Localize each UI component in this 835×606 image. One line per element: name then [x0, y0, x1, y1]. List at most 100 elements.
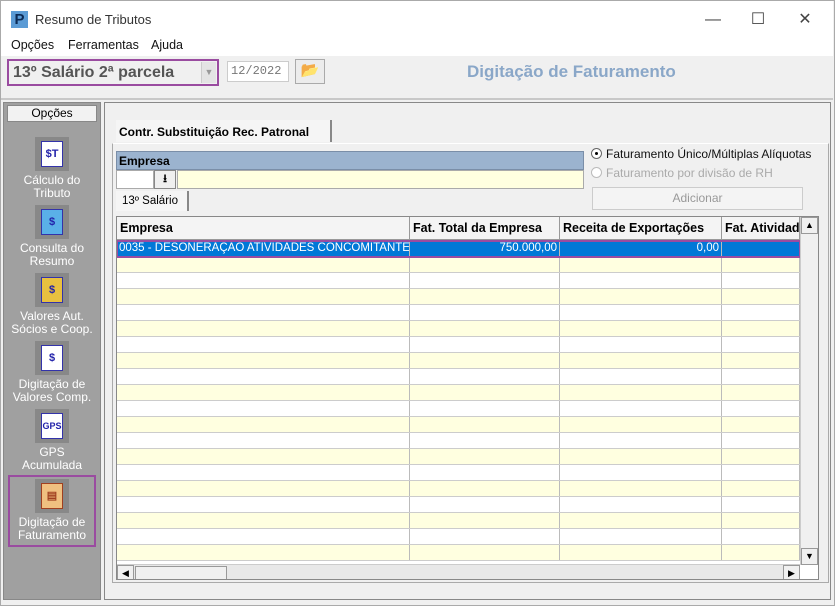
grid-cell: [722, 449, 800, 464]
sidebar-item-calculo-tributo[interactable]: $T Cálculo do Tributo: [8, 137, 96, 200]
scroll-up-icon[interactable]: ▲: [801, 217, 818, 234]
radio-label: Faturamento por divisão de RH: [606, 166, 773, 180]
column-header-fat-total[interactable]: Fat. Total da Empresa: [410, 217, 560, 240]
grid-cell: [117, 385, 410, 400]
table-row[interactable]: [117, 449, 800, 465]
sidebar-item-valores-comp[interactable]: $ Digitação de Valores Comp.: [8, 341, 96, 404]
cell-fat-total: 750.000,00: [410, 241, 560, 256]
page-title: Digitação de Faturamento: [467, 62, 676, 81]
tab-13-salario[interactable]: 13º Salário: [116, 191, 189, 211]
grid-cell: [560, 385, 722, 400]
scroll-left-icon[interactable]: ◀: [117, 565, 134, 579]
column-header-receita-exportacoes[interactable]: Receita de Exportações: [560, 217, 722, 240]
close-button[interactable]: ✕: [785, 7, 825, 33]
title-bar: P Resumo de Tributos — ☐ ✕: [1, 1, 833, 35]
grid-cell: [722, 385, 800, 400]
grid-cell: [722, 529, 800, 544]
scroll-down-icon[interactable]: ▼: [801, 548, 818, 565]
grid-cell: [410, 353, 560, 368]
grid-cell: [560, 433, 722, 448]
open-folder-button[interactable]: 📂: [295, 59, 325, 84]
grid-cell: [117, 417, 410, 432]
table-row[interactable]: [117, 497, 800, 513]
radio-faturamento-unico[interactable]: Faturamento Único/Múltiplas Alíquotas: [591, 147, 811, 161]
table-row[interactable]: [117, 273, 800, 289]
sidebar-item-gps-acumulada[interactable]: GPS GPS Acumulada: [8, 409, 96, 472]
grid-cell: [722, 273, 800, 288]
sidebar-item-digitacao-faturamento[interactable]: ▤ Digitação de Faturamento: [8, 475, 96, 547]
table-row[interactable]: [117, 337, 800, 353]
sidebar-item-label: Faturamento: [17, 528, 87, 542]
grid-cell: [117, 529, 410, 544]
grid-cell: [117, 497, 410, 512]
column-header-empresa[interactable]: Empresa: [117, 217, 410, 240]
gps-document-icon: GPS: [35, 409, 69, 443]
grid-cell: [722, 481, 800, 496]
grid-cell: [560, 273, 722, 288]
grid-cell: [560, 497, 722, 512]
table-row[interactable]: [117, 353, 800, 369]
empresa-label: Empresa: [116, 151, 584, 170]
empresa-lookup-button[interactable]: ⭳: [154, 170, 176, 189]
scroll-thumb[interactable]: [135, 566, 227, 579]
grid-cell: [560, 529, 722, 544]
menu-opcoes[interactable]: Opções: [11, 38, 54, 52]
table-row[interactable]: [117, 289, 800, 305]
menu-ajuda[interactable]: Ajuda: [151, 38, 183, 52]
sidebar-header[interactable]: Opções: [7, 105, 97, 122]
grid-cell: [722, 401, 800, 416]
grid-cell: [722, 321, 800, 336]
maximize-button[interactable]: ☐: [738, 7, 778, 33]
grid-cell: [410, 305, 560, 320]
vertical-scrollbar[interactable]: ▲ ▼: [800, 217, 818, 565]
empresa-code-input[interactable]: [116, 170, 154, 189]
horizontal-scrollbar[interactable]: ◀ ▶: [117, 564, 800, 579]
grid-cell: [117, 465, 410, 480]
calculator-document-icon: $T: [35, 137, 69, 171]
grid-cell: [410, 529, 560, 544]
table-row[interactable]: [117, 321, 800, 337]
grid-cell: [722, 545, 800, 560]
grid-cell: [560, 449, 722, 464]
grid-cell: [560, 481, 722, 496]
grid-cell: [560, 401, 722, 416]
table-row[interactable]: 0035 - DESONERAÇAO ATIVIDADES CONCOMITAN…: [117, 240, 801, 258]
table-row[interactable]: [117, 369, 800, 385]
adicionar-button[interactable]: Adicionar: [592, 187, 803, 210]
scroll-right-icon[interactable]: ▶: [783, 565, 800, 579]
table-row[interactable]: [117, 545, 800, 561]
table-row[interactable]: [117, 417, 800, 433]
grid-cell: [410, 321, 560, 336]
grid-cell: [410, 369, 560, 384]
sidebar-item-valores-socios[interactable]: $ Valores Aut. Sócios e Coop.: [8, 273, 96, 336]
grid-cell: [722, 337, 800, 352]
radio-faturamento-rh[interactable]: Faturamento por divisão de RH: [591, 166, 773, 180]
period-select[interactable]: 13º Salário 2ª parcela ▼: [7, 59, 219, 86]
minimize-button[interactable]: —: [693, 7, 733, 33]
empresa-name-input[interactable]: [177, 170, 584, 189]
column-header-fat-atividades[interactable]: Fat. Atividades: [722, 217, 800, 240]
window-title: Resumo de Tributos: [35, 12, 152, 27]
grid-cell: [560, 337, 722, 352]
tab-contr-substituicao[interactable]: Contr. Substituição Rec. Patronal: [116, 120, 332, 142]
table-row[interactable]: [117, 305, 800, 321]
radio-label: Faturamento Único/Múltiplas Alíquotas: [606, 147, 812, 161]
chevron-down-icon[interactable]: ▼: [201, 62, 216, 83]
grid-cell: [117, 513, 410, 528]
date-input[interactable]: 12/2022: [227, 61, 289, 82]
table-row[interactable]: [117, 481, 800, 497]
table-row[interactable]: [117, 257, 800, 273]
sidebar-item-consulta-resumo[interactable]: $ Consulta do Resumo: [8, 205, 96, 268]
table-row[interactable]: [117, 385, 800, 401]
grid-cell: [117, 401, 410, 416]
table-row[interactable]: [117, 513, 800, 529]
grid-cell: [722, 497, 800, 512]
table-row[interactable]: [117, 401, 800, 417]
grid-cell: [560, 257, 722, 272]
table-row[interactable]: [117, 465, 800, 481]
menu-ferramentas[interactable]: Ferramentas: [68, 38, 139, 52]
grid-cell: [722, 417, 800, 432]
table-row[interactable]: [117, 529, 800, 545]
grid-cell: [560, 417, 722, 432]
table-row[interactable]: [117, 433, 800, 449]
